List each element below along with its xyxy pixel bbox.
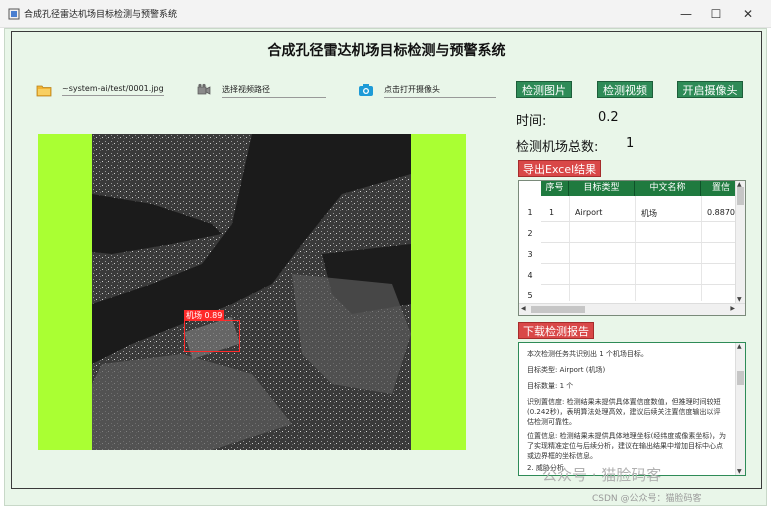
- camera-row[interactable]: 点击打开摄像头: [358, 82, 498, 100]
- detect-image-button[interactable]: 检测图片: [516, 81, 572, 98]
- app-icon: [8, 8, 20, 20]
- scroll-up-icon[interactable]: ▲: [737, 343, 742, 350]
- video-path-row[interactable]: 选择视频路径: [196, 82, 336, 100]
- table-horizontal-scrollbar[interactable]: ◀ ▶: [519, 303, 745, 315]
- scroll-down-icon[interactable]: ▼: [737, 468, 742, 475]
- airport-count-label: 检测机场总数:: [516, 140, 599, 155]
- airport-count-value: 1: [626, 136, 635, 151]
- image-path-row[interactable]: ~system-ai/test/0001.jpg: [36, 82, 176, 100]
- table-header: 序号 目标类型 中文名称 置信: [541, 181, 741, 196]
- row-number: 4: [527, 271, 533, 280]
- detection-box: [184, 320, 240, 352]
- image-display-panel: 机场 0.89: [38, 134, 466, 450]
- cell-index: 1: [549, 208, 555, 217]
- sar-image: 机场 0.89: [92, 134, 411, 450]
- row-divider: [541, 221, 741, 222]
- row-divider: [541, 284, 741, 285]
- page-title: 合成孔径雷达机场目标检测与预警系统: [267, 43, 506, 59]
- row-number: 3: [527, 250, 533, 259]
- scroll-down-icon[interactable]: ▼: [737, 296, 742, 303]
- table-vertical-scrollbar[interactable]: ▲ ▼: [735, 181, 745, 303]
- open-camera-button[interactable]: 开启摄像头: [677, 81, 743, 98]
- column-header-type: 目标类型: [569, 181, 635, 196]
- row-divider: [541, 242, 741, 243]
- report-line: 本次检测任务共识别出 1 个机场目标。: [527, 350, 648, 358]
- row-divider: [541, 263, 741, 264]
- cell-confidence: 0.8870: [707, 208, 735, 217]
- detection-label: 机场 0.89: [184, 310, 225, 321]
- download-report-button[interactable]: 下载检测报告: [518, 322, 594, 339]
- row-number: 5: [527, 291, 533, 300]
- video-path-field[interactable]: 选择视频路径: [222, 84, 326, 98]
- results-table[interactable]: 序号 目标类型 中文名称 置信 1 2 3 4 5 1 Airport 机场 0…: [518, 180, 746, 316]
- column-divider: [635, 196, 636, 301]
- column-divider: [569, 196, 570, 301]
- column-divider: [701, 196, 702, 301]
- maximize-button[interactable]: ☐: [703, 4, 729, 24]
- minimize-button[interactable]: —: [673, 4, 699, 24]
- watermark-main: 公众号 · 猫脸码客: [542, 466, 662, 484]
- report-line: 位置信息: 检测结果未提供具体地理坐标(经纬度或像素坐标)，为了实现精准定位与后…: [527, 432, 727, 460]
- scroll-right-icon[interactable]: ▶: [730, 305, 735, 312]
- report-text-area[interactable]: 本次检测任务共识别出 1 个机场目标。 目标类型: Airport (机场) 目…: [518, 342, 746, 476]
- close-button[interactable]: ✕: [735, 4, 761, 24]
- scroll-left-icon[interactable]: ◀: [521, 305, 526, 312]
- report-line: 目标类型: Airport (机场): [527, 366, 606, 374]
- cell-name: 机场: [641, 209, 657, 218]
- main-frame: 合成孔径雷达机场目标检测与预警系统 ~system-ai/test/0001.j…: [11, 31, 762, 489]
- image-path-field[interactable]: ~system-ai/test/0001.jpg: [62, 84, 164, 96]
- column-header-index: 序号: [541, 181, 569, 196]
- scroll-thumb[interactable]: [531, 306, 585, 313]
- scroll-thumb[interactable]: [737, 187, 744, 205]
- camera-field[interactable]: 点击打开摄像头: [384, 84, 496, 98]
- export-excel-button[interactable]: 导出Excel结果: [518, 160, 602, 177]
- video-camera-icon[interactable]: [196, 82, 212, 98]
- report-scrollbar[interactable]: ▲ ▼: [735, 343, 745, 475]
- window-title: 合成孔径雷达机场目标检测与预警系统: [24, 10, 178, 20]
- window-titlebar: 合成孔径雷达机场目标检测与预警系统 — ☐ ✕: [0, 0, 771, 28]
- report-line: 目标数量: 1 个: [527, 382, 574, 390]
- column-header-name: 中文名称: [635, 181, 701, 196]
- detect-video-button[interactable]: 检测视频: [597, 81, 653, 98]
- folder-icon[interactable]: [36, 82, 52, 98]
- sar-image-art: [92, 134, 411, 450]
- time-label: 时间:: [516, 114, 547, 129]
- cell-type: Airport: [575, 208, 603, 217]
- time-value: 0.2: [598, 110, 619, 125]
- row-number: 2: [527, 229, 533, 238]
- camera-icon[interactable]: [358, 82, 374, 98]
- row-number: 1: [527, 208, 533, 217]
- app-surface: 合成孔径雷达机场目标检测与预警系统 ~system-ai/test/0001.j…: [4, 28, 767, 506]
- report-line: 识别置信度: 检测结果未提供具体置信度数值，但推理时间较短 (0.242秒)，表…: [527, 398, 721, 426]
- watermark-sub: CSDN @公众号：猫脸码客: [592, 494, 702, 504]
- scroll-thumb[interactable]: [737, 371, 744, 385]
